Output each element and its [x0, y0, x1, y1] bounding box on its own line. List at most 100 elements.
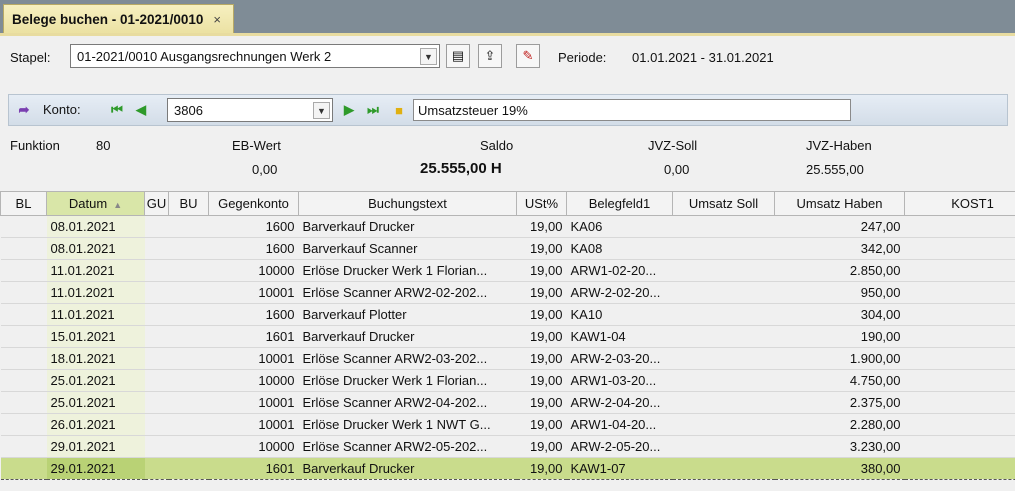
cell-gu[interactable] [144, 457, 169, 480]
cell-gegenkonto[interactable]: 1600 [208, 303, 299, 326]
cell-datum[interactable]: 25.01.2021 [46, 391, 145, 414]
cell-buchungstext[interactable]: Erlöse Drucker Werk 1 NWT G... [298, 413, 517, 436]
cell-kost1[interactable]: 100 [904, 369, 1015, 392]
cell-gegenkonto[interactable]: 10000 [208, 259, 299, 282]
cell-umsatz-haben[interactable]: 950,00 [774, 281, 905, 304]
cell-bl[interactable] [0, 303, 47, 326]
first-record-icon[interactable]: ⏮ [109, 101, 125, 119]
cell-kost1[interactable]: 200 [904, 281, 1015, 304]
cell-belegfeld1[interactable]: ARW-2-02-20... [566, 281, 673, 304]
cell-umsatz-soll[interactable] [672, 435, 775, 458]
cell-belegfeld1[interactable]: KA08 [566, 237, 673, 260]
cell-gegenkonto[interactable]: 1600 [208, 237, 299, 260]
cell-umsatz-haben[interactable]: 2.280,00 [774, 413, 905, 436]
cell-umsatz-soll[interactable] [672, 237, 775, 260]
cell-kost1[interactable]: 100 [904, 325, 1015, 348]
cell-gu[interactable] [144, 215, 169, 238]
cell-umsatz-haben[interactable]: 304,00 [774, 303, 905, 326]
cell-gegenkonto[interactable]: 10000 [208, 435, 299, 458]
last-record-icon[interactable]: ⏭ [365, 101, 381, 119]
close-icon[interactable]: × [213, 12, 221, 27]
cell-belegfeld1[interactable]: ARW1-02-20... [566, 259, 673, 282]
table-row[interactable]: 08.01.2021 1600 Barverkauf Drucker 19,00 KA0… [0, 215, 1015, 238]
cell-datum[interactable]: 18.01.2021 [46, 347, 145, 370]
cell-ust[interactable]: 19,00 [516, 215, 567, 238]
cell-umsatz-haben[interactable]: 190,00 [774, 325, 905, 348]
cell-gu[interactable] [144, 325, 169, 348]
cell-datum[interactable]: 15.01.2021 [46, 325, 145, 348]
cell-bl[interactable] [0, 413, 47, 436]
chevron-down-icon[interactable]: ▼ [420, 48, 437, 65]
cell-umsatz-soll[interactable] [672, 391, 775, 414]
table-row[interactable]: 26.01.2021 10001 Erlöse Drucker Werk 1 NWT… [0, 413, 1015, 436]
cell-kost1[interactable]: 100 [904, 259, 1015, 282]
cell-belegfeld1[interactable]: ARW1-04-20... [566, 413, 673, 436]
cell-umsatz-soll[interactable] [672, 303, 775, 326]
cell-buchungstext[interactable]: Erlöse Drucker Werk 1 Florian... [298, 259, 517, 282]
col-header-gegenkonto[interactable]: Gegenkonto [208, 191, 299, 216]
cell-gu[interactable] [144, 435, 169, 458]
table-row[interactable]: 11.01.2021 1600 Barverkauf Plotter 19,00 KA1… [0, 303, 1015, 326]
cell-bl[interactable] [0, 457, 47, 480]
cell-bu[interactable] [168, 413, 209, 436]
cell-bu[interactable] [168, 215, 209, 238]
prev-record-icon[interactable]: ◀ [133, 101, 149, 119]
cell-umsatz-haben[interactable]: 2.375,00 [774, 391, 905, 414]
cell-gu[interactable] [144, 237, 169, 260]
cell-datum[interactable]: 25.01.2021 [46, 369, 145, 392]
cell-buchungstext[interactable]: Erlöse Scanner ARW2-05-202... [298, 435, 517, 458]
cell-bl[interactable] [0, 325, 47, 348]
cell-bu[interactable] [168, 259, 209, 282]
cell-bu[interactable] [168, 237, 209, 260]
cell-buchungstext[interactable]: Barverkauf Drucker [298, 325, 517, 348]
cell-gegenkonto[interactable]: 10001 [208, 391, 299, 414]
col-header-datum[interactable]: Datum ▲ [46, 191, 145, 216]
cell-datum[interactable]: 29.01.2021 [46, 457, 145, 480]
cell-bu[interactable] [168, 369, 209, 392]
cell-umsatz-soll[interactable] [672, 325, 775, 348]
cell-bl[interactable] [0, 347, 47, 370]
cell-bl[interactable] [0, 435, 47, 458]
cell-gegenkonto[interactable]: 10001 [208, 347, 299, 370]
cell-belegfeld1[interactable]: KA10 [566, 303, 673, 326]
col-header-buchungstext[interactable]: Buchungstext [298, 191, 517, 216]
cell-umsatz-soll[interactable] [672, 347, 775, 370]
cell-buchungstext[interactable]: Erlöse Scanner ARW2-02-202... [298, 281, 517, 304]
cell-ust[interactable]: 19,00 [516, 391, 567, 414]
cell-ust[interactable]: 19,00 [516, 435, 567, 458]
cell-bu[interactable] [168, 281, 209, 304]
col-header-kost1[interactable]: KOST1 [904, 191, 1015, 216]
cell-bu[interactable] [168, 325, 209, 348]
cell-kost1[interactable]: 200 [904, 391, 1015, 414]
next-record-icon[interactable]: ▶ [341, 101, 357, 119]
col-header-gu[interactable]: GU [144, 191, 169, 216]
col-header-bl[interactable]: BL [0, 191, 47, 216]
cell-ust[interactable]: 19,00 [516, 237, 567, 260]
cell-ust[interactable]: 19,00 [516, 457, 567, 480]
cell-umsatz-haben[interactable]: 3.230,00 [774, 435, 905, 458]
cell-umsatz-soll[interactable] [672, 259, 775, 282]
col-header-bu[interactable]: BU [168, 191, 209, 216]
note-icon[interactable]: ■ [391, 101, 407, 119]
cell-bu[interactable] [168, 435, 209, 458]
table-row[interactable]: 29.01.2021 10000 Erlöse Scanner ARW2-05-20… [0, 435, 1015, 458]
cell-gegenkonto[interactable]: 1600 [208, 215, 299, 238]
cell-kost1[interactable]: 200 [904, 237, 1015, 260]
cell-umsatz-soll[interactable] [672, 369, 775, 392]
cell-gu[interactable] [144, 259, 169, 282]
cell-bu[interactable] [168, 457, 209, 480]
cell-datum[interactable]: 26.01.2021 [46, 413, 145, 436]
cell-umsatz-haben[interactable]: 247,00 [774, 215, 905, 238]
table-row[interactable]: 15.01.2021 1601 Barverkauf Drucker 19,00 KAW… [0, 325, 1015, 348]
cell-kost1[interactable]: 100 [904, 215, 1015, 238]
table-row[interactable]: 08.01.2021 1600 Barverkauf Scanner 19,00 KA0… [0, 237, 1015, 260]
cell-bu[interactable] [168, 347, 209, 370]
cell-umsatz-haben[interactable]: 342,00 [774, 237, 905, 260]
cell-buchungstext[interactable]: Barverkauf Plotter [298, 303, 517, 326]
cell-belegfeld1[interactable]: ARW1-03-20... [566, 369, 673, 392]
cell-bl[interactable] [0, 237, 47, 260]
cell-bu[interactable] [168, 391, 209, 414]
cell-belegfeld1[interactable]: ARW-2-05-20... [566, 435, 673, 458]
cell-gu[interactable] [144, 347, 169, 370]
cell-datum[interactable]: 11.01.2021 [46, 281, 145, 304]
